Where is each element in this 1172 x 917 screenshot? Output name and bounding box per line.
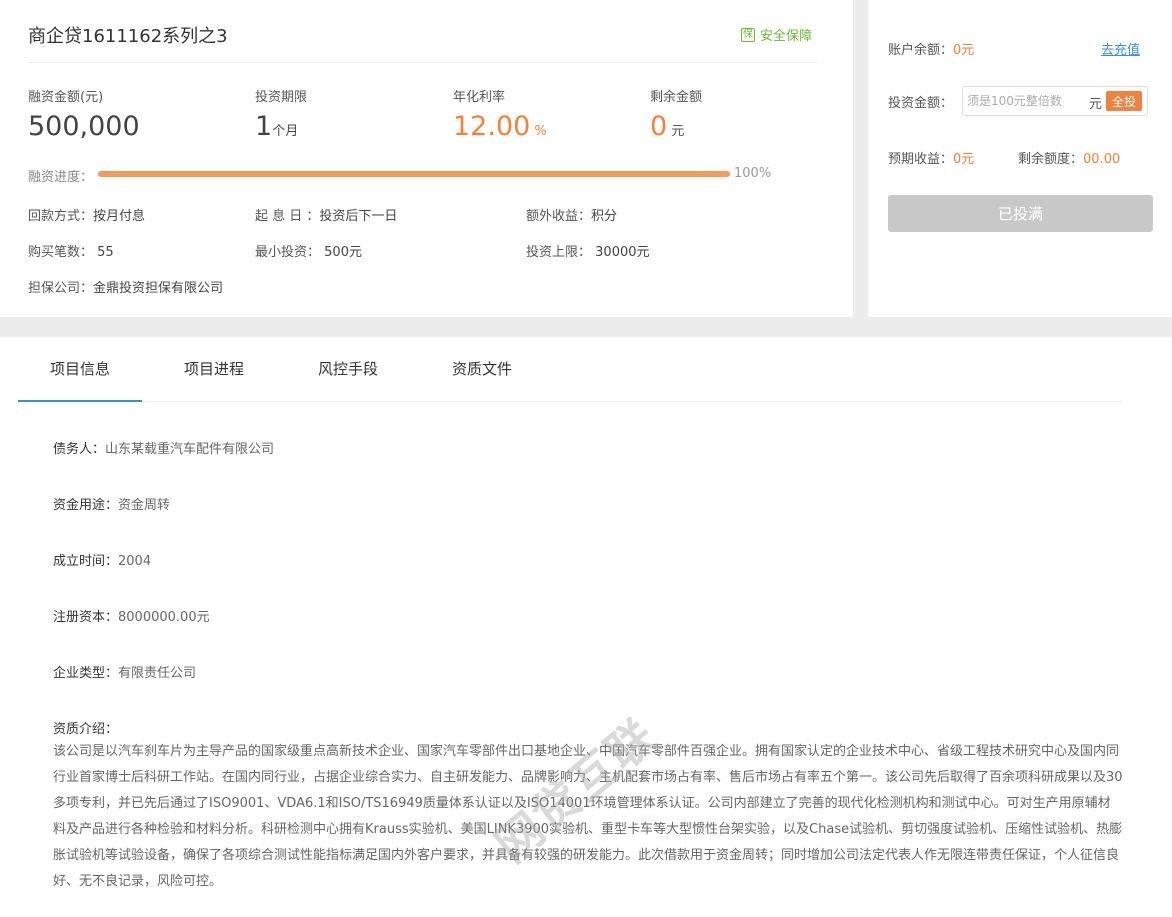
field-value: 8000000.00元 <box>118 610 210 625</box>
expected-label: 预期收益： <box>888 152 954 167</box>
stat-value: 12.00 % <box>453 111 547 148</box>
shield-icon: 保 <box>741 27 755 42</box>
tab-project-info[interactable]: 项目信息 <box>18 337 142 402</box>
stat-rate: 年化利率 12.00 % <box>453 86 547 148</box>
info-label: 最小投资： <box>255 245 321 260</box>
recharge-link[interactable]: 去充值 <box>1101 39 1140 58</box>
tab-project-progress[interactable]: 项目进程 <box>152 337 276 402</box>
stat-number: 1 <box>255 111 273 142</box>
field-label: 注册资本： <box>53 610 119 625</box>
field-label: 成立时间： <box>53 554 119 569</box>
expected-income: 预期收益：0元 <box>888 148 974 167</box>
stat-label: 融资金额(元) <box>28 90 104 105</box>
qualification-label: 资质介绍： <box>53 722 119 737</box>
expected-value: 0元 <box>953 152 975 167</box>
tab-qualification-files[interactable]: 资质文件 <box>420 337 544 402</box>
stat-label: 剩余金额 <box>650 90 703 105</box>
fund-usage: 资金用途：资金周转 <box>53 494 170 513</box>
interest-start: 起 息 日 ：投资后下一日 <box>255 205 397 224</box>
progress-label: 融资进度： <box>28 170 94 185</box>
info-label: 担保公司： <box>28 281 94 296</box>
info-value: 积分 <box>591 209 618 224</box>
invest-all-button[interactable]: 全投 <box>1106 91 1142 111</box>
stat-financing-amount: 融资金额(元) 500,000 <box>28 86 140 143</box>
field-value: 有限责任公司 <box>118 666 197 681</box>
field-label: 债务人： <box>53 442 106 457</box>
remaining-quota: 剩余额度：00.00 <box>1018 148 1120 167</box>
info-value: 投资后下一日 <box>319 209 398 224</box>
field-value: 山东某载重汽车配件有限公司 <box>105 442 275 457</box>
debtor: 债务人：山东某载重汽车配件有限公司 <box>53 438 274 457</box>
remaining-value: 00.00 <box>1083 152 1121 167</box>
balance-value: 0元 <box>953 43 975 58</box>
repay-method: 回款方式：按月付息 <box>28 205 145 224</box>
stat-number: 12.00 <box>453 111 531 142</box>
field-value: 2004 <box>118 554 152 569</box>
invest-amount-label: 投资金额： <box>888 96 954 111</box>
stat-value: 1个月 <box>255 111 307 148</box>
stat-number: 0 <box>650 111 668 142</box>
safety-label: 安全保障 <box>760 29 813 44</box>
progress-bar <box>98 171 730 177</box>
info-label: 回款方式： <box>28 209 94 224</box>
stat-value: 0 元 <box>650 111 702 148</box>
account-balance: 账户余额：0元 <box>888 39 974 58</box>
remaining-label: 剩余额度： <box>1018 152 1084 167</box>
info-value: 55 <box>93 245 114 260</box>
registered-capital: 注册资本：8000000.00元 <box>53 606 210 625</box>
info-value: 金鼎投资担保有限公司 <box>93 281 224 296</box>
min-investment: 最小投资： 500元 <box>255 241 362 260</box>
invest-amount-box: 元 全投 <box>962 86 1148 116</box>
invest-panel: 账户余额：0元 去充值 投资金额： 元 全投 预期收益：0元 剩余额度：00.0… <box>868 0 1172 317</box>
founded-time: 成立时间：2004 <box>53 550 151 569</box>
info-label: 投资上限： <box>526 245 592 260</box>
product-card: 商企贷1611162系列之3 保 安全保障 融资金额(元) 500,000 投资… <box>0 0 853 317</box>
details-section: 项目信息 项目进程 风控手段 资质文件 债务人：山东某载重汽车配件有限公司 资金… <box>0 337 1172 917</box>
stat-label: 年化利率 <box>453 90 506 105</box>
balance-label: 账户余额： <box>888 43 954 58</box>
info-label: 起 息 日 ： <box>255 209 320 224</box>
extra-income: 额外收益：积分 <box>526 205 617 224</box>
product-title: 商企贷1611162系列之3 <box>28 26 228 47</box>
info-value: 按月付息 <box>93 209 146 224</box>
stat-unit: % <box>530 124 547 139</box>
info-label: 购买笔数： <box>28 245 94 260</box>
purchase-count: 购买笔数： 55 <box>28 241 114 260</box>
invest-amount-input[interactable] <box>967 92 1087 110</box>
field-label: 企业类型： <box>53 666 119 681</box>
progress-fill <box>98 171 730 177</box>
yuan-unit: 元 <box>1089 97 1103 112</box>
stat-term: 投资期限 1个月 <box>255 86 307 148</box>
stat-number: 500,000 <box>28 111 140 142</box>
info-label: 额外收益： <box>526 209 592 224</box>
field-value: 资金周转 <box>118 498 171 513</box>
info-value: 30000元 <box>591 245 650 260</box>
company-type: 企业类型：有限责任公司 <box>53 662 196 681</box>
stat-remaining: 剩余金额 0 元 <box>650 86 702 148</box>
max-investment: 投资上限： 30000元 <box>526 241 650 260</box>
stat-unit: 元 <box>667 124 685 139</box>
tab-risk-control[interactable]: 风控手段 <box>286 337 410 402</box>
info-value: 500元 <box>320 245 362 260</box>
divider <box>28 62 818 63</box>
fully-invested-button[interactable]: 已投满 <box>888 195 1153 232</box>
stat-unit: 个月 <box>272 124 299 139</box>
stat-value: 500,000 <box>28 111 140 143</box>
progress-percent: 100% <box>734 166 772 181</box>
tab-bar: 项目信息 项目进程 风控手段 资质文件 <box>18 337 1123 402</box>
stat-label: 投资期限 <box>255 90 308 105</box>
safety-guarantee[interactable]: 保 安全保障 <box>741 25 812 44</box>
field-label: 资金用途： <box>53 498 119 513</box>
guarantor: 担保公司：金鼎投资担保有限公司 <box>28 277 223 296</box>
